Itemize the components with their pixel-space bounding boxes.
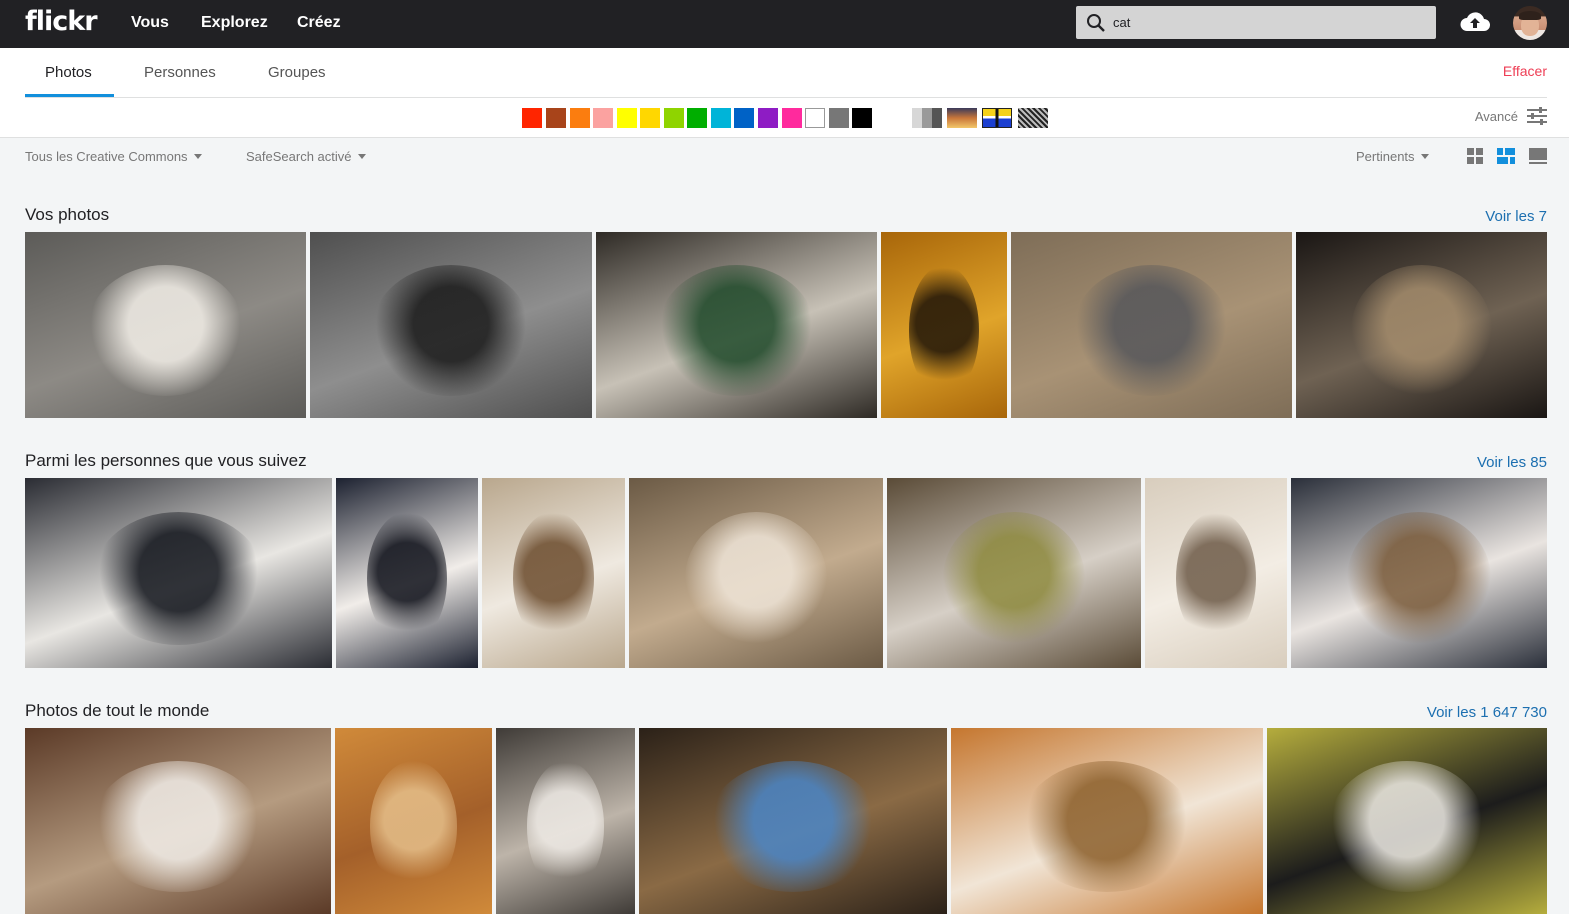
chevron-down-icon [357, 154, 366, 159]
photo-thumbnail[interactable] [951, 728, 1263, 914]
photo-subject [908, 265, 980, 396]
photo-thumbnail[interactable] [25, 478, 332, 668]
photo-subject [1347, 512, 1491, 646]
photo-subject [1328, 761, 1486, 892]
photo-subject [1176, 512, 1256, 646]
photo-subject [1019, 761, 1195, 892]
color-swatch-11[interactable] [782, 108, 802, 128]
photo-subject [369, 761, 458, 892]
user-avatar[interactable] [1513, 6, 1547, 40]
nav-link-creez[interactable]: Créez [297, 14, 341, 32]
license-dropdown[interactable]: Tous les Creative Commons [25, 149, 202, 164]
photo-subject [513, 512, 594, 646]
photo-thumbnail[interactable] [25, 232, 306, 418]
color-swatch-10[interactable] [758, 108, 778, 128]
shallow-depth-filter[interactable] [947, 108, 977, 128]
color-swatch-12[interactable] [805, 108, 825, 128]
see-all-following[interactable]: Voir les 85 [1477, 454, 1547, 471]
photo-subject [367, 512, 447, 646]
photo-subject [706, 761, 880, 892]
chevron-down-icon [1420, 154, 1429, 159]
photo-subject [526, 761, 605, 892]
section-title-vos-photos: Vos photos [25, 205, 110, 224]
active-tab-indicator [25, 94, 114, 97]
color-swatch-14[interactable] [852, 108, 872, 128]
photo-subject [657, 265, 816, 396]
license-label: Tous les Creative Commons [25, 149, 188, 164]
advanced-link[interactable]: Avancé [1475, 109, 1518, 124]
black-and-white-filter[interactable] [912, 108, 942, 128]
nav-link-explorez[interactable]: Explorez [201, 14, 268, 32]
color-swatch-6[interactable] [664, 108, 684, 128]
single-view-icon[interactable] [1529, 148, 1547, 164]
color-swatch-9[interactable] [734, 108, 754, 128]
photo-subject [942, 512, 1086, 646]
patterns-filter[interactable] [1018, 108, 1048, 128]
photo-thumbnail[interactable] [1267, 728, 1547, 914]
minimalist-filter[interactable] [982, 108, 1012, 128]
photo-thumbnail[interactable] [25, 728, 331, 914]
photo-thumbnail[interactable] [1296, 232, 1547, 418]
photo-thumbnail[interactable] [1011, 232, 1292, 418]
flickr-logo[interactable]: flickr [25, 6, 98, 37]
sort-dropdown[interactable]: Pertinents [1356, 149, 1429, 164]
photo-thumbnail[interactable] [310, 232, 592, 418]
grid-justified-icon[interactable] [1497, 148, 1515, 164]
color-swatch-4[interactable] [617, 108, 637, 128]
chevron-down-icon [193, 154, 202, 159]
search-icon [1087, 14, 1105, 32]
tab-personnes[interactable]: Personnes [144, 64, 216, 81]
clear-button[interactable]: Effacer [1503, 63, 1547, 79]
safesearch-dropdown[interactable]: SafeSearch activé [246, 149, 366, 164]
photo-subject [372, 265, 530, 396]
photo-thumbnail[interactable] [639, 728, 947, 914]
color-swatch-0[interactable] [522, 108, 542, 128]
photo-thumbnail[interactable] [596, 232, 877, 418]
photo-subject [1072, 265, 1231, 396]
color-swatch-8[interactable] [711, 108, 731, 128]
tabs-divider [25, 97, 1547, 98]
see-all-vos-photos[interactable]: Voir les 7 [1485, 208, 1547, 225]
sort-label: Pertinents [1356, 149, 1415, 164]
search-box[interactable] [1076, 6, 1436, 39]
section-title-everyone: Photos de tout le monde [25, 701, 210, 720]
photo-thumbnail[interactable] [887, 478, 1141, 668]
photo-thumbnail[interactable] [1145, 478, 1287, 668]
cloud-upload-icon[interactable] [1459, 9, 1491, 35]
tab-groupes[interactable]: Groupes [268, 64, 326, 81]
photo-thumbnail[interactable] [881, 232, 1007, 418]
nav-link-vous[interactable]: Vous [131, 14, 169, 32]
photo-subject [92, 761, 264, 892]
photo-subject [1351, 265, 1492, 396]
photo-thumbnail[interactable] [336, 478, 478, 668]
photo-thumbnail[interactable] [629, 478, 883, 668]
top-navigation: flickr Vous Explorez Créez [0, 0, 1569, 48]
color-swatch-1[interactable] [546, 108, 566, 128]
photo-thumbnail[interactable] [335, 728, 492, 914]
see-all-everyone[interactable]: Voir les 1 647 730 [1427, 704, 1547, 721]
photo-thumbnail[interactable] [496, 728, 635, 914]
photo-thumbnail[interactable] [1291, 478, 1547, 668]
photo-subject [684, 512, 828, 646]
sliders-icon[interactable] [1527, 107, 1547, 125]
search-tabs-bar: Photos Personnes Groupes Effacer Avancé [0, 48, 1569, 138]
section-title-following: Parmi les personnes que vous suivez [25, 451, 307, 470]
color-swatch-5[interactable] [640, 108, 660, 128]
tab-photos[interactable]: Photos [45, 64, 92, 81]
grid-small-icon[interactable] [1467, 148, 1483, 164]
color-swatch-7[interactable] [687, 108, 707, 128]
search-input[interactable] [1113, 10, 1423, 34]
photo-thumbnail[interactable] [482, 478, 625, 668]
color-swatch-13[interactable] [829, 108, 849, 128]
safesearch-label: SafeSearch activé [246, 149, 352, 164]
color-swatch-2[interactable] [570, 108, 590, 128]
photo-subject [86, 265, 245, 396]
photo-subject [92, 512, 265, 646]
color-swatch-3[interactable] [593, 108, 613, 128]
